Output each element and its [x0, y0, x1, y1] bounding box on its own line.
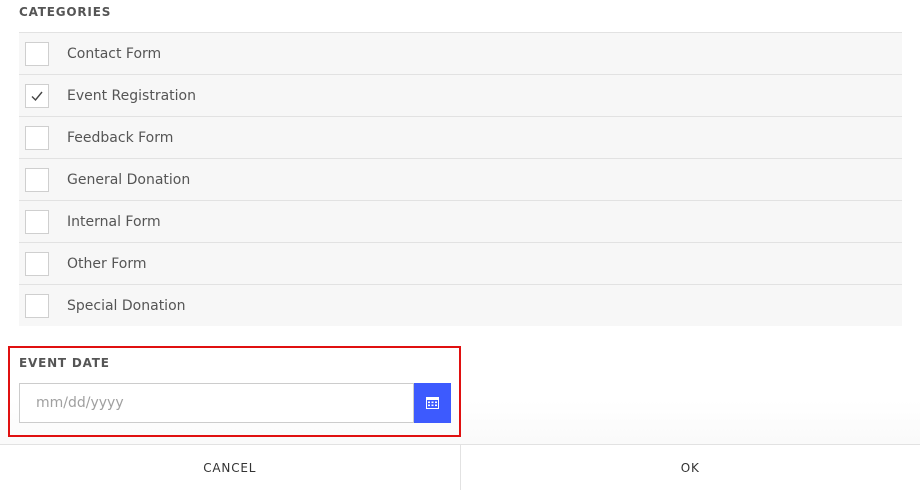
category-label: Event Registration: [67, 87, 196, 104]
category-item-special-donation[interactable]: Special Donation: [19, 284, 902, 326]
categories-panel: CATEGORIES Contact Form Event Registrati…: [0, 0, 920, 490]
category-item-event-registration[interactable]: Event Registration: [19, 74, 902, 116]
category-item-internal-form[interactable]: Internal Form: [19, 200, 902, 242]
checkbox[interactable]: [25, 293, 49, 318]
category-item-general-donation[interactable]: General Donation: [19, 158, 902, 200]
category-item-feedback-form[interactable]: Feedback Form: [19, 116, 902, 158]
calendar-button[interactable]: [414, 383, 451, 423]
dialog-footer: CANCEL OK: [0, 444, 920, 490]
category-item-other-form[interactable]: Other Form: [19, 242, 902, 284]
checkbox[interactable]: [25, 41, 49, 66]
category-label: Internal Form: [67, 213, 161, 230]
category-label: Feedback Form: [67, 129, 174, 146]
event-date-label: EVENT DATE: [19, 356, 110, 370]
category-label: Special Donation: [67, 297, 186, 314]
checkbox[interactable]: [25, 251, 49, 276]
cancel-button[interactable]: CANCEL: [0, 445, 460, 490]
checkbox[interactable]: [25, 167, 49, 192]
checkbox[interactable]: [25, 209, 49, 234]
categories-label: CATEGORIES: [19, 5, 112, 19]
checkbox[interactable]: [25, 83, 49, 108]
calendar-icon: [426, 397, 439, 409]
category-item-contact-form[interactable]: Contact Form: [19, 32, 902, 74]
category-label: Other Form: [67, 255, 147, 272]
event-date-input[interactable]: [19, 383, 414, 423]
checkbox[interactable]: [25, 125, 49, 150]
category-list: Contact Form Event Registration Feedback…: [19, 32, 902, 326]
checkmark-icon: [31, 91, 43, 101]
ok-button[interactable]: OK: [460, 445, 920, 490]
category-label: Contact Form: [67, 45, 162, 62]
category-label: General Donation: [67, 171, 191, 188]
